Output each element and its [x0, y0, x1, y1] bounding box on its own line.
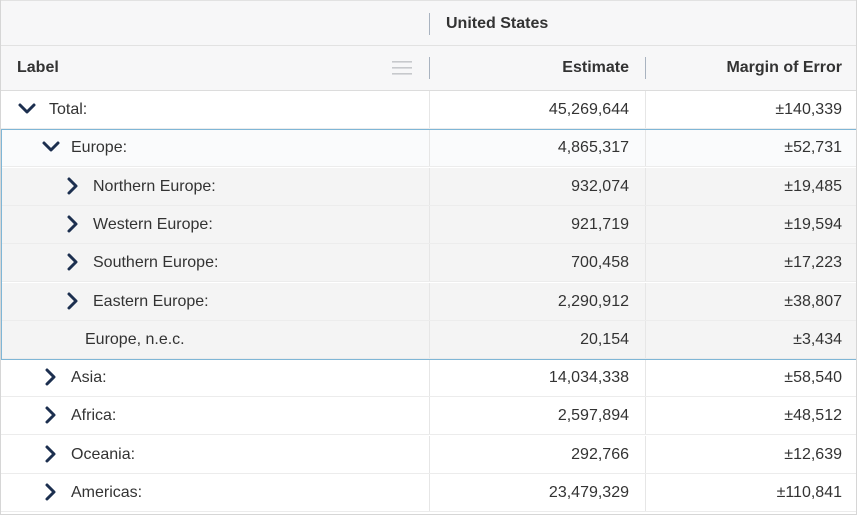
estimate-cell: 20,154	[429, 320, 629, 358]
chevron-right-icon[interactable]	[41, 482, 61, 502]
margin-of-error-cell: ±38,807	[645, 282, 842, 320]
estimate-cell: 23,479,329	[429, 474, 629, 511]
estimate-value: 932,074	[571, 177, 629, 195]
row-label: Eastern Europe:	[93, 292, 209, 310]
margin-of-error-cell: ±48,512	[645, 397, 842, 435]
row-label: Africa:	[71, 407, 117, 425]
margin-of-error-value: ±19,485	[784, 177, 842, 195]
margin-of-error-value: ±52,731	[784, 139, 842, 157]
table-row[interactable]: Northern Europe: 932,074 ±19,485	[1, 167, 856, 206]
chevron-right-icon[interactable]	[41, 444, 61, 464]
column-group-header: United States	[1, 0, 856, 46]
margin-of-error-value: ±19,594	[784, 215, 842, 233]
estimate-value: 45,269,644	[548, 101, 629, 118]
row-label: Southern Europe:	[93, 254, 219, 272]
margin-of-error-cell: ±58,540	[645, 359, 842, 397]
margin-of-error-value: ±38,807	[784, 292, 842, 310]
column-header-row: Label Estimate Margin of Error	[1, 46, 856, 91]
estimate-value: 20,154	[580, 330, 629, 348]
estimate-cell: 921,719	[429, 205, 629, 243]
row-label: Europe, n.e.c.	[85, 330, 185, 348]
table-row[interactable]: Southern Europe: 700,458 ±17,223	[1, 244, 856, 283]
table-row[interactable]: Asia: 14,034,338 ±58,540	[1, 359, 856, 398]
data-table: United States Label Estimate Margin of E…	[0, 0, 857, 515]
estimate-cell: 14,034,338	[429, 359, 629, 397]
margin-of-error-value: ±3,434	[793, 330, 842, 348]
column-header-margin-of-error[interactable]: Margin of Error	[645, 46, 842, 90]
row-label: Asia:	[71, 369, 107, 387]
estimate-value: 2,290,912	[557, 292, 629, 310]
table-row[interactable]: Europe, n.e.c. 20,154 ±3,434	[1, 320, 856, 359]
estimate-value: 4,865,317	[557, 139, 629, 157]
row-label: Western Europe:	[93, 215, 213, 233]
margin-of-error-cell: ±140,339	[645, 91, 842, 128]
table-row[interactable]: Europe: 4,865,317 ±52,731	[1, 129, 856, 168]
chevron-right-icon[interactable]	[41, 367, 61, 387]
column-header-estimate[interactable]: Estimate	[429, 46, 629, 90]
chevron-right-icon[interactable]	[63, 252, 83, 272]
estimate-value: 292,766	[571, 445, 629, 463]
margin-of-error-value: ±17,223	[784, 254, 842, 272]
margin-of-error-cell: ±19,594	[645, 205, 842, 243]
row-label: Oceania:	[71, 445, 136, 463]
row-label: Americas:	[71, 484, 143, 501]
row-label: Total:	[49, 101, 88, 118]
margin-of-error-cell: ±52,731	[645, 129, 842, 167]
estimate-cell: 4,865,317	[429, 129, 629, 167]
chevron-right-icon[interactable]	[41, 405, 61, 425]
margin-of-error-cell: ±110,841	[645, 474, 842, 511]
table-row[interactable]: Eastern Europe: 2,290,912 ±38,807	[1, 282, 856, 321]
table-row[interactable]: Americas: 23,479,329 ±110,841	[1, 474, 856, 512]
column-header-label[interactable]: Label	[17, 46, 59, 90]
estimate-cell: 2,597,894	[429, 397, 629, 435]
margin-of-error-value: ±110,841	[776, 484, 842, 501]
estimate-value: 700,458	[571, 254, 629, 272]
margin-of-error-value: ±140,339	[775, 101, 842, 118]
column-group-title: United States	[429, 13, 548, 35]
estimate-value: 921,719	[571, 215, 629, 233]
margin-of-error-value: ±58,540	[784, 369, 842, 387]
chevron-down-icon[interactable]	[17, 99, 37, 119]
margin-of-error-cell: ±3,434	[645, 320, 842, 358]
table-row[interactable]: Africa: 2,597,894 ±48,512	[1, 397, 856, 436]
estimate-cell: 700,458	[429, 244, 629, 282]
margin-of-error-value: ±12,639	[784, 445, 842, 463]
estimate-cell: 932,074	[429, 167, 629, 205]
table-row[interactable]: Western Europe: 921,719 ±19,594	[1, 205, 856, 244]
margin-of-error-value: ±48,512	[784, 407, 842, 425]
estimate-cell: 45,269,644	[429, 91, 629, 128]
margin-of-error-cell: ±17,223	[645, 244, 842, 282]
chevron-right-icon[interactable]	[63, 291, 83, 311]
table-row[interactable]: Oceania: 292,766 ±12,639	[1, 435, 856, 474]
estimate-value: 2,597,894	[557, 407, 629, 425]
row-label: Northern Europe:	[93, 177, 216, 195]
hamburger-menu-icon[interactable]	[391, 58, 413, 78]
row-label: Europe:	[71, 139, 128, 157]
table-row[interactable]: Total: 45,269,644 ±140,339	[1, 91, 856, 129]
margin-of-error-cell: ±19,485	[645, 167, 842, 205]
margin-of-error-cell: ±12,639	[645, 435, 842, 473]
chevron-down-icon[interactable]	[41, 137, 61, 157]
estimate-value: 23,479,329	[548, 484, 629, 501]
estimate-cell: 2,290,912	[429, 282, 629, 320]
estimate-cell: 292,766	[429, 435, 629, 473]
chevron-right-icon[interactable]	[63, 176, 83, 196]
estimate-value: 14,034,338	[548, 369, 629, 387]
chevron-right-icon[interactable]	[63, 214, 83, 234]
